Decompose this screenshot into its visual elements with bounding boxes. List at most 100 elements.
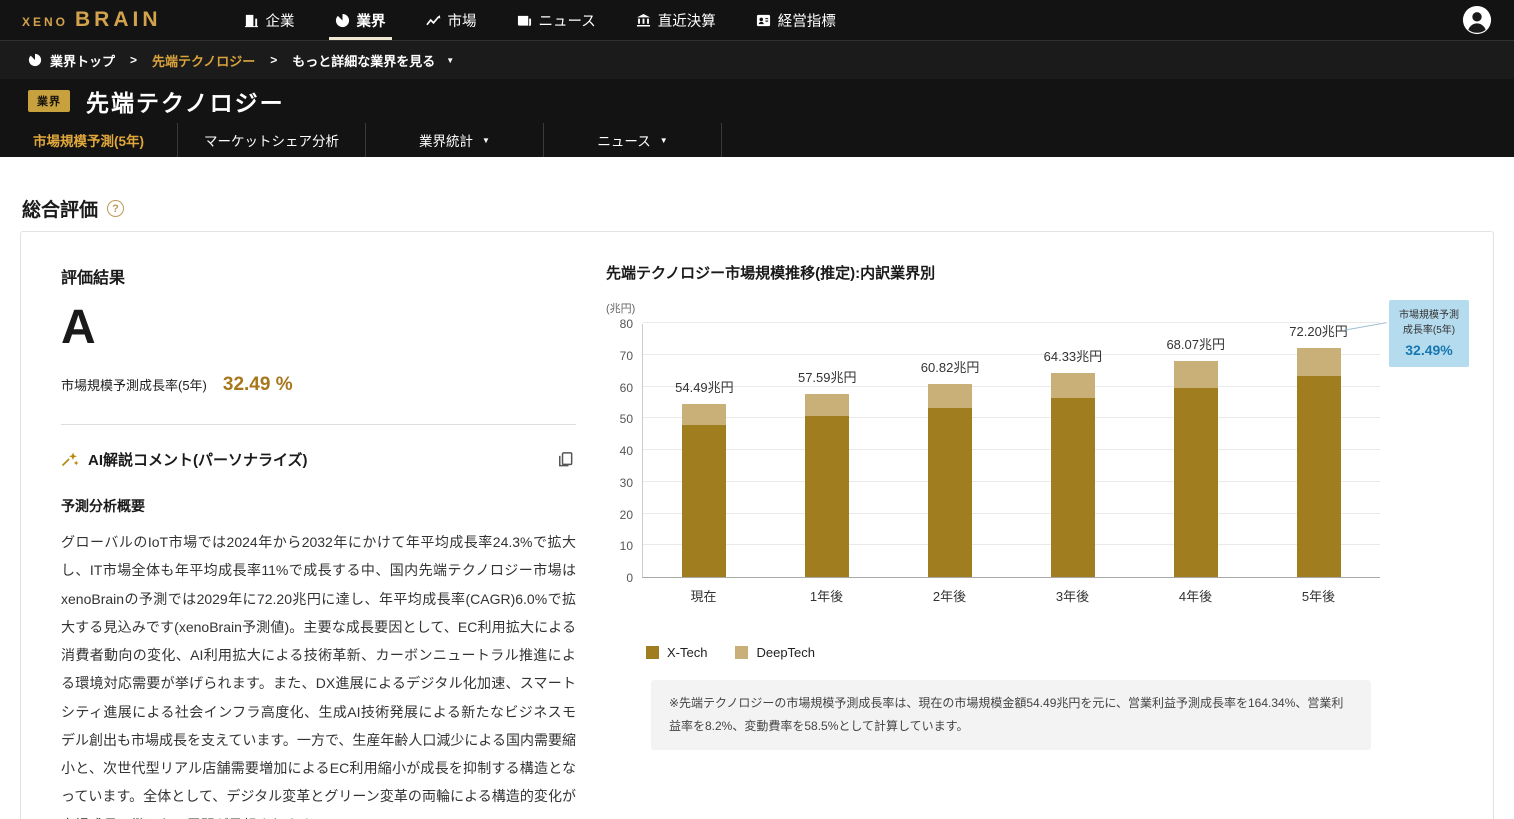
bar-group: 72.20兆円 bbox=[1257, 324, 1380, 577]
industry-icon bbox=[28, 53, 42, 67]
nav-label: 経営指標 bbox=[777, 13, 836, 30]
bar-group: 57.59兆円 bbox=[766, 324, 889, 577]
stacked-bar[interactable] bbox=[682, 404, 727, 577]
chevron-down-icon: ▼ bbox=[446, 55, 455, 65]
bar-segment-deeptech[interactable] bbox=[805, 394, 850, 417]
growth-rate-row: 市場規模予測成長率(5年) 32.49 % bbox=[61, 374, 576, 396]
tab-label: ニュース bbox=[597, 134, 651, 149]
chevron-down-icon: ▼ bbox=[659, 135, 668, 145]
bar-segment-deeptech[interactable] bbox=[1173, 360, 1218, 388]
bar-group: 68.07兆円 bbox=[1134, 324, 1257, 577]
stacked-bar[interactable] bbox=[805, 394, 850, 577]
tab-news[interactable]: ニュース ▼ bbox=[544, 123, 722, 157]
legend-label: DeepTech bbox=[756, 645, 816, 660]
legend-label: X-Tech bbox=[667, 645, 708, 660]
x-axis-tick-label: 5年後 bbox=[1301, 589, 1336, 604]
bar-group: 64.33兆円 bbox=[1011, 324, 1134, 577]
y-axis-tick-label: 60 bbox=[619, 380, 633, 395]
chart-area: 0 10 20 30 40 50 60 70 80 54.49兆円 57.59兆円 60.82兆円 6… bbox=[606, 317, 1469, 585]
bar-value-label: 60.82兆円 bbox=[920, 359, 980, 375]
growth-rate-label: 市場規模予測成長率(5年) bbox=[61, 378, 207, 393]
x-axis-tick-label: 現在 bbox=[690, 589, 717, 604]
breadcrumb-more-industries-dropdown[interactable]: もっと詳細な業界を見る ▼ bbox=[292, 51, 454, 70]
y-axis-tick-label: 70 bbox=[619, 348, 633, 363]
gridline bbox=[643, 322, 1380, 323]
sparkle-wand-icon bbox=[61, 451, 79, 469]
nav-item-industry[interactable]: 業界 bbox=[315, 0, 406, 40]
bar-segment-x-tech[interactable] bbox=[1173, 387, 1218, 577]
bar-segment-deeptech[interactable] bbox=[682, 404, 727, 425]
tab-industry-stats[interactable]: 業界統計 ▼ bbox=[366, 123, 544, 157]
logo-text-brain: BRAIN bbox=[75, 8, 162, 31]
xenobrain-logo[interactable]: XENO BRAIN bbox=[22, 8, 162, 32]
logo-text-xeno: XENO bbox=[22, 15, 69, 29]
breadcrumb-label: 先端テクノロジー bbox=[152, 53, 256, 69]
bar-value-label: 72.20兆円 bbox=[1289, 323, 1348, 339]
help-icon[interactable]: ? bbox=[107, 200, 125, 217]
bar-segment-x-tech[interactable] bbox=[1296, 376, 1341, 577]
legend-item: DeepTech bbox=[735, 645, 815, 660]
stacked-bar[interactable] bbox=[928, 383, 973, 577]
bar-segment-x-tech[interactable] bbox=[1050, 398, 1095, 577]
bar-value-label: 68.07兆円 bbox=[1166, 336, 1225, 352]
evaluation-grade: A bbox=[61, 301, 96, 354]
user-avatar[interactable] bbox=[1462, 5, 1492, 35]
main-nav: 企業 業界 市場 ニュース 直近決算 経営指標 bbox=[224, 0, 856, 40]
copy-icon[interactable] bbox=[555, 449, 576, 470]
market-size-chart-panel: 先端テクノロジー市場規模推移(推定):内訳業界別 (兆円) 0 10 20 30 40 5… bbox=[606, 262, 1469, 819]
analysis-summary-heading: 予測分析概要 bbox=[61, 498, 145, 514]
y-axis-tick-label: 20 bbox=[619, 507, 633, 522]
breadcrumb: 業界トップ > 先端テクノロジー > もっと詳細な業界を見る ▼ bbox=[0, 40, 1514, 79]
tab-label: 業界統計 bbox=[419, 134, 474, 149]
nav-item-market[interactable]: 市場 bbox=[406, 0, 497, 40]
breadcrumb-industry-top[interactable]: 業界トップ bbox=[28, 51, 115, 70]
nav-item-metrics[interactable]: 経営指標 bbox=[736, 0, 856, 40]
bar-segment-x-tech[interactable] bbox=[682, 424, 727, 577]
bar-value-label: 57.59兆円 bbox=[797, 370, 857, 386]
legend-swatch bbox=[735, 646, 749, 659]
nav-item-companies[interactable]: 企業 bbox=[224, 0, 315, 40]
chevron-right-icon: > bbox=[130, 53, 138, 67]
chart-plot: 54.49兆円 57.59兆円 60.82兆円 64.33兆円 68.07兆円 72.20… bbox=[642, 322, 1380, 578]
chart-x-axis: 現在 1年後 2年後 3年後 4年後 5年後 bbox=[642, 578, 1380, 605]
ai-comment-title: AI解説コメント(パーソナライズ) bbox=[88, 452, 308, 469]
y-axis-tick-label: 80 bbox=[619, 317, 633, 331]
top-nav-bar: XENO BRAIN 企業 業界 市場 ニュース 直近決算 経営指標 bbox=[0, 0, 1514, 40]
chart-legend: X-Tech DeepTech bbox=[646, 645, 1469, 660]
x-axis-tick-label: 1年後 bbox=[809, 589, 844, 604]
nav-item-earnings[interactable]: 直近決算 bbox=[616, 0, 736, 40]
bar-value-label: 54.49兆円 bbox=[675, 380, 734, 395]
stacked-bar[interactable] bbox=[1050, 372, 1095, 577]
tab-bar: 市場規模予測(5年) マーケットシェア分析 業界統計 ▼ ニュース ▼ bbox=[0, 123, 1514, 157]
industry-icon bbox=[335, 13, 350, 28]
bar-segment-deeptech[interactable] bbox=[1296, 347, 1341, 377]
stacked-bar[interactable] bbox=[1173, 360, 1218, 577]
chart-y-axis: 0 10 20 30 40 50 60 70 80 bbox=[606, 317, 642, 585]
bar-group: 60.82兆円 bbox=[889, 324, 1012, 577]
bar-value-label: 64.33兆円 bbox=[1043, 348, 1103, 364]
y-axis-tick-label: 10 bbox=[619, 539, 633, 554]
ai-comment-header: AI解説コメント(パーソナライズ) bbox=[61, 449, 576, 470]
evaluation-panel: 評価結果 A 市場規模予測成長率(5年) 32.49 % AI解説コメント(パー… bbox=[61, 262, 576, 819]
tab-market-forecast[interactable]: 市場規模予測(5年) bbox=[0, 123, 178, 157]
y-axis-tick-label: 0 bbox=[626, 571, 633, 585]
person-card-icon bbox=[756, 13, 771, 28]
industry-badge: 業界 bbox=[28, 90, 70, 112]
page-title: 先端テクノロジー bbox=[86, 91, 285, 116]
bar-segment-deeptech[interactable] bbox=[928, 383, 973, 408]
building-icon bbox=[244, 13, 259, 28]
nav-label: 直近決算 bbox=[657, 13, 716, 30]
bar-segment-x-tech[interactable] bbox=[805, 416, 850, 577]
nav-label: 市場 bbox=[447, 13, 477, 30]
bank-icon bbox=[636, 13, 651, 28]
nav-item-news[interactable]: ニュース bbox=[497, 0, 616, 40]
stacked-bar[interactable] bbox=[1296, 347, 1341, 577]
bar-segment-x-tech[interactable] bbox=[928, 407, 973, 577]
callout-label: 市場規模予測成長率(5年) bbox=[1399, 310, 1459, 336]
breadcrumb-current-industry[interactable]: 先端テクノロジー bbox=[152, 51, 255, 70]
bar-segment-deeptech[interactable] bbox=[1050, 372, 1095, 399]
chart-title: 先端テクノロジー市場規模推移(推定):内訳業界別 bbox=[606, 265, 936, 282]
y-axis-tick-label: 30 bbox=[619, 475, 633, 490]
x-axis-tick-label: 4年後 bbox=[1178, 589, 1213, 604]
tab-market-share[interactable]: マーケットシェア分析 bbox=[178, 123, 366, 157]
